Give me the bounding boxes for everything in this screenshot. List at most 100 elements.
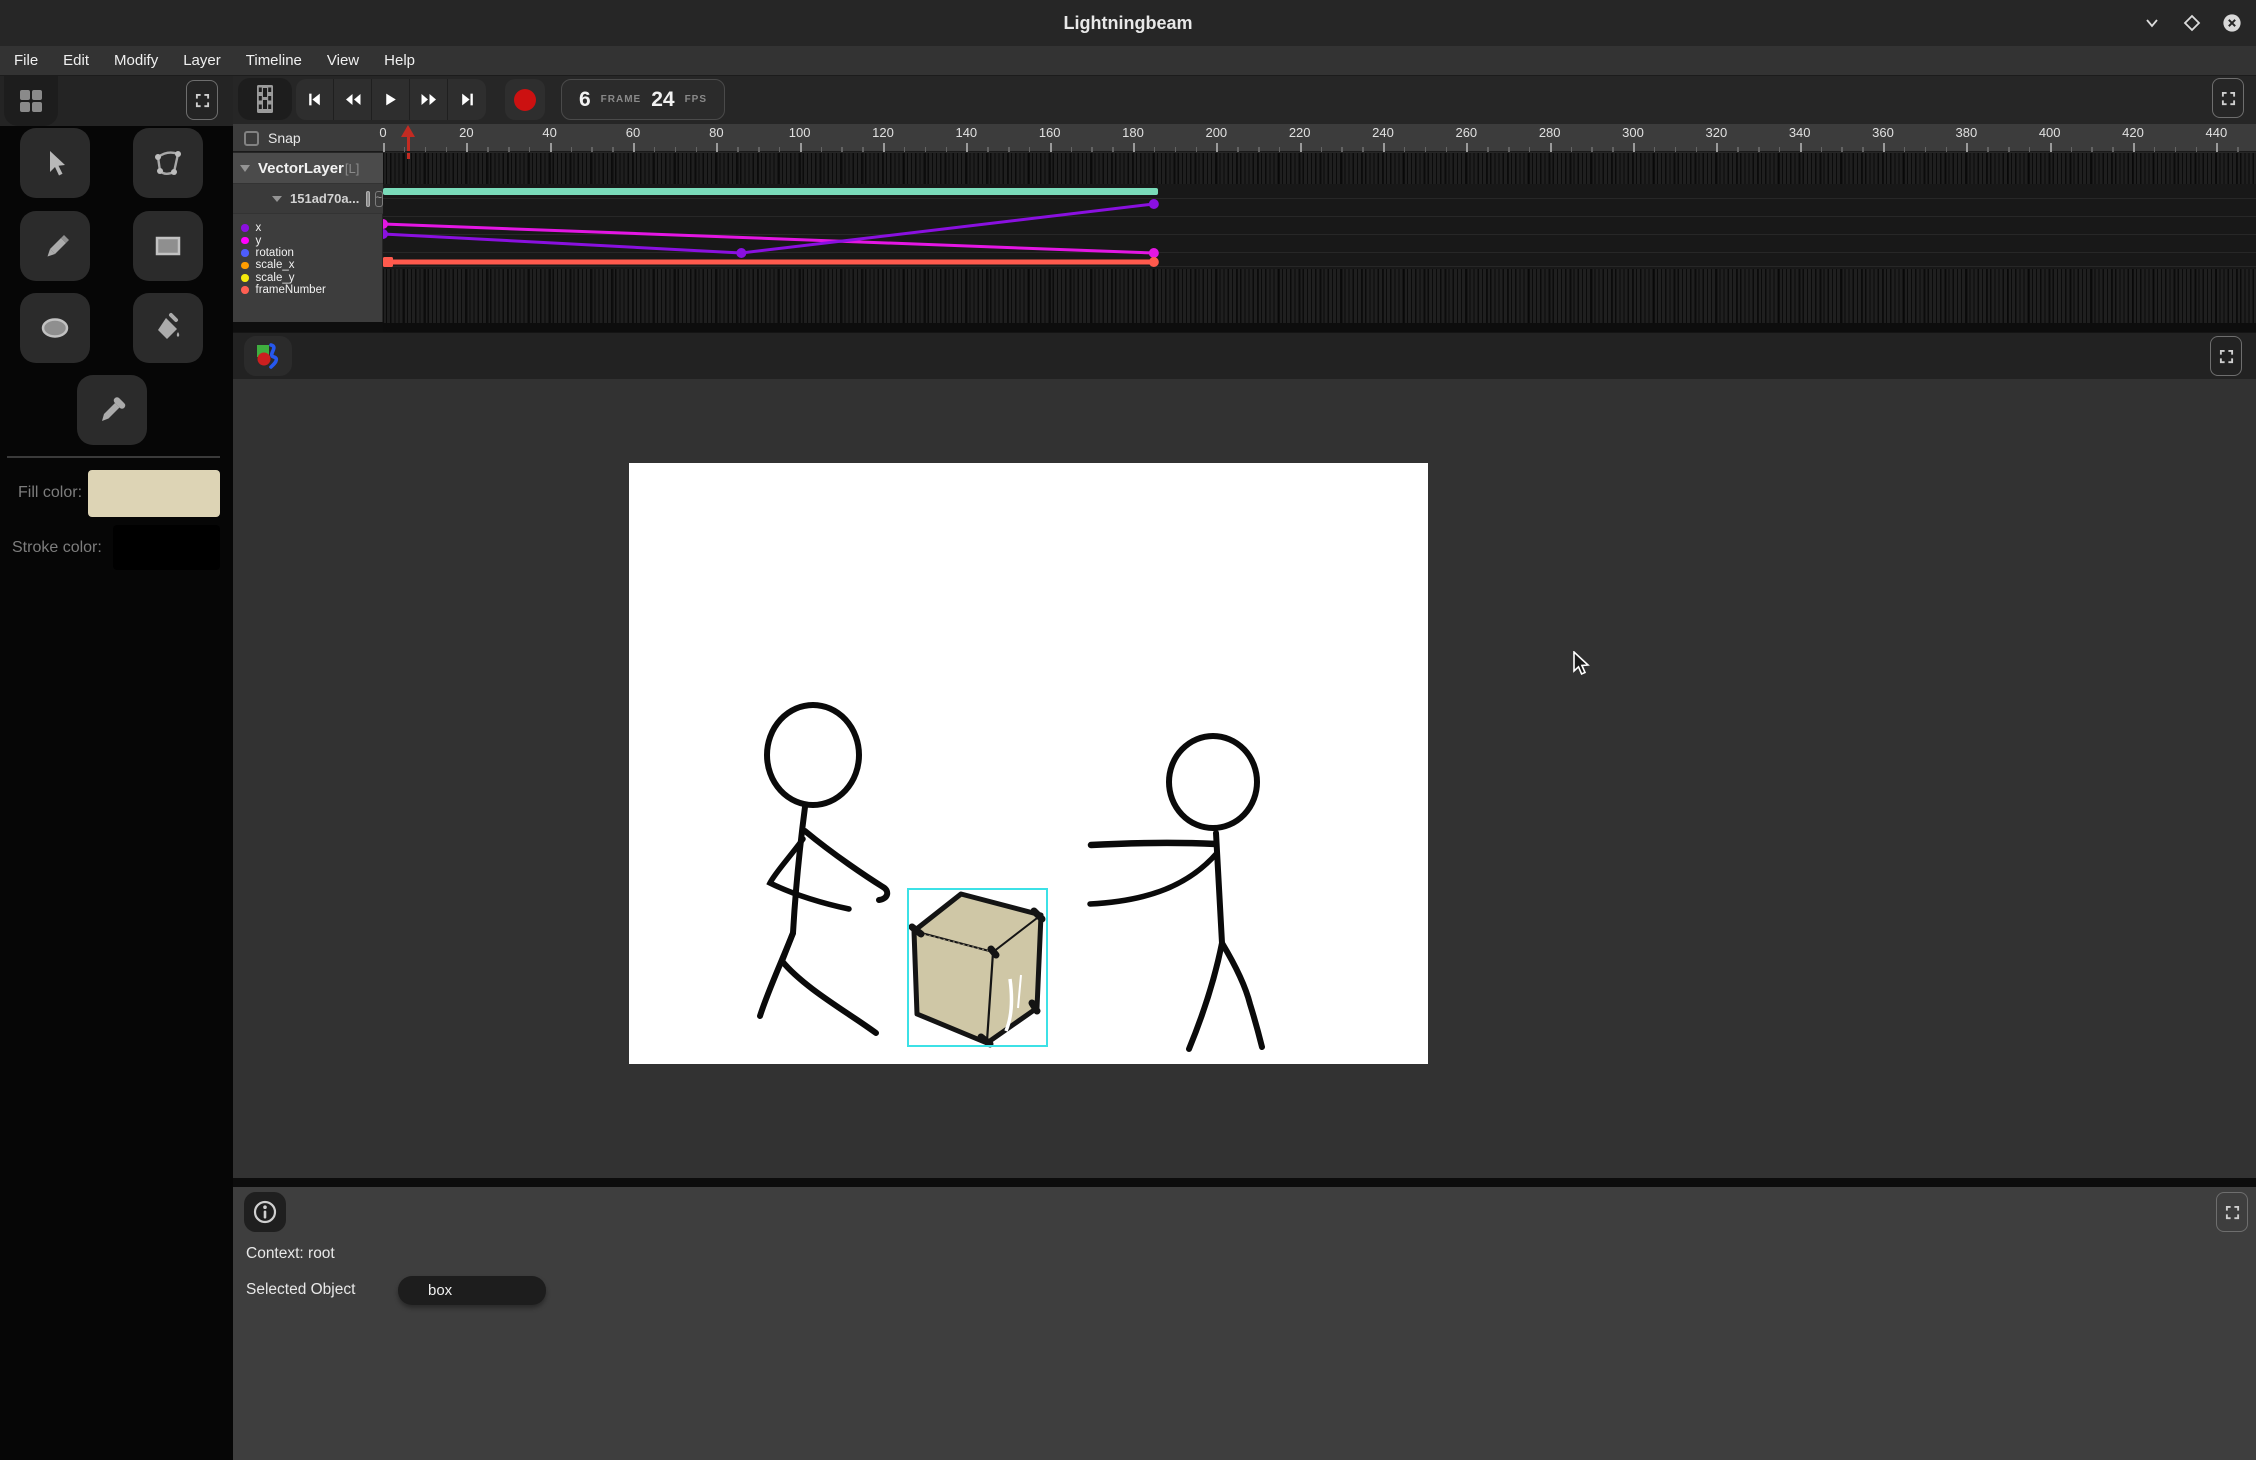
expand-icon <box>2219 349 2234 364</box>
fast-forward-button[interactable] <box>410 79 448 120</box>
ruler-tick <box>1946 147 1948 152</box>
chevron-down-icon[interactable] <box>272 196 282 202</box>
menu-item-edit[interactable]: Edit <box>57 52 95 69</box>
ruler-tick <box>633 143 635 152</box>
panel-grid-button[interactable] <box>4 76 58 126</box>
stick-figure-left[interactable] <box>760 705 887 1033</box>
tool-panel-expand-button[interactable] <box>186 80 218 120</box>
ruler-tick <box>612 147 614 152</box>
object-curve-toggle-button[interactable]: ~ <box>375 191 383 207</box>
menu-item-layer[interactable]: Layer <box>177 52 227 69</box>
frame-value: 6 <box>579 88 591 112</box>
window-controls <box>2142 0 2242 46</box>
ruler-track[interactable]: 0204060801001201401601802002202402602803… <box>383 124 2256 152</box>
fill-color-swatch[interactable] <box>88 470 220 517</box>
snap-checkbox[interactable] <box>244 131 259 146</box>
box-object[interactable] <box>908 889 1047 1046</box>
stroke-color-swatch[interactable] <box>113 525 220 570</box>
keyframe-x[interactable] <box>383 229 388 239</box>
property-row-y[interactable]: y <box>233 234 383 246</box>
skip-to-start-button[interactable] <box>296 79 334 120</box>
menu-item-help[interactable]: Help <box>378 52 421 69</box>
layer-row-vectorlayer[interactable]: VectorLayer [L] <box>233 153 383 184</box>
menu-item-view[interactable]: View <box>321 52 365 69</box>
property-row-x[interactable]: x <box>233 222 383 234</box>
object-row-151ad70a[interactable]: 151ad70a... ~ <box>233 184 383 214</box>
object-name: 151ad70a... <box>290 191 359 206</box>
keyframe-x[interactable] <box>1149 199 1159 209</box>
stick-figure-right[interactable] <box>1090 736 1262 1049</box>
stage[interactable] <box>629 463 1428 1064</box>
ruler-tick <box>1216 143 1218 152</box>
rectangle-tool-button[interactable] <box>133 211 203 281</box>
property-row-scale_y[interactable]: scale_y <box>233 272 383 284</box>
paint-bucket-tool-button[interactable] <box>133 293 203 363</box>
close-icon <box>2222 12 2242 34</box>
ruler-tick <box>800 143 802 152</box>
ruler-tick <box>404 147 406 152</box>
record-button[interactable] <box>505 79 545 120</box>
ruler-tick <box>1237 147 1239 152</box>
menu-item-file[interactable]: File <box>8 52 44 69</box>
context-panel-expand-button[interactable] <box>2216 1192 2248 1232</box>
minimize-button[interactable] <box>2142 13 2162 33</box>
ruler-tick <box>1841 147 1843 152</box>
ruler-label: 160 <box>1039 125 1061 140</box>
ruler-tick <box>2175 147 2177 152</box>
ruler-tick <box>821 147 823 152</box>
ruler-tick <box>1737 147 1739 152</box>
menu-item-modify[interactable]: Modify <box>108 52 164 69</box>
selected-object-input[interactable]: box <box>398 1276 546 1305</box>
timeline-ruler[interactable]: Snap 02040608010012014016018020022024026… <box>233 124 2256 152</box>
pencil-tool-button[interactable] <box>20 211 90 281</box>
ruler-label: 360 <box>1872 125 1894 140</box>
keyframe-y[interactable] <box>1149 248 1159 258</box>
ruler-tick <box>1966 143 1968 152</box>
play-button[interactable] <box>372 79 410 120</box>
context-panel: Context: root Selected Object box <box>233 1187 2256 1460</box>
ruler-tick <box>1508 147 1510 152</box>
info-button[interactable] <box>244 1192 286 1232</box>
timeline-expand-button[interactable] <box>2212 78 2244 118</box>
property-list: xyrotationscale_xscale_yframeNumber <box>233 214 383 296</box>
property-row-rotation[interactable]: rotation <box>233 247 383 259</box>
select-tool-button[interactable] <box>20 128 90 198</box>
timeline-tracks[interactable] <box>383 153 2256 332</box>
object-frames-bar[interactable] <box>383 188 1158 195</box>
keyframe-x[interactable] <box>736 248 746 258</box>
close-button[interactable] <box>2222 13 2242 33</box>
ruler-label: 260 <box>1455 125 1477 140</box>
object-visibility-button[interactable] <box>366 191 369 207</box>
canvas-expand-button[interactable] <box>2210 336 2242 376</box>
ruler-label: 60 <box>626 125 640 140</box>
ellipse-tool-button[interactable] <box>20 293 90 363</box>
property-row-scale_x[interactable]: scale_x <box>233 259 383 271</box>
rewind-button[interactable] <box>334 79 372 120</box>
keyframe-frameNumber[interactable] <box>1149 257 1159 267</box>
ruler-tick <box>2133 143 2135 152</box>
keyframe-frameNumber[interactable] <box>383 257 393 267</box>
ruler-tick <box>654 147 656 152</box>
menu-item-timeline[interactable]: Timeline <box>240 52 308 69</box>
shapes-palette-button[interactable] <box>244 336 292 376</box>
ruler-label: 20 <box>459 125 473 140</box>
film-button[interactable] <box>238 78 292 120</box>
ruler-tick <box>1154 147 1156 152</box>
fps-value: 24 <box>651 88 674 112</box>
ruler-tick <box>1112 147 1114 152</box>
ruler-tick <box>1883 143 1885 152</box>
cursor-arrow-icon <box>1572 651 1596 677</box>
ruler-tick <box>1446 147 1448 152</box>
keyframe-y[interactable] <box>383 219 388 229</box>
chevron-down-icon[interactable] <box>240 165 250 172</box>
skip-to-end-button[interactable] <box>448 79 486 120</box>
animation-curves <box>383 153 2256 332</box>
eyedropper-tool-button[interactable] <box>77 375 147 445</box>
maximize-button[interactable] <box>2182 13 2202 33</box>
ruler-tick <box>1550 143 1552 152</box>
box-shape[interactable] <box>914 894 1041 1043</box>
transform-tool-button[interactable] <box>133 128 203 198</box>
property-row-frameNumber[interactable]: frameNumber <box>233 284 383 296</box>
ruler-label: 0 <box>379 125 386 140</box>
ruler-tick <box>2237 147 2239 152</box>
